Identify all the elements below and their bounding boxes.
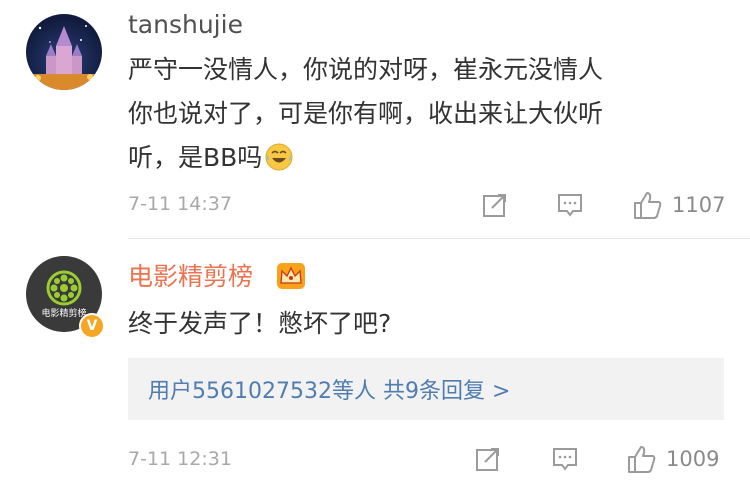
replies-summary-link[interactable]: 用户5561027532等人 共9条回复 >	[148, 373, 510, 405]
comment-text: 终于发声了！憋坏了吧?	[128, 302, 718, 346]
comment-line: 严守一没情人，你说的对呀，崔永元没情人	[128, 55, 604, 84]
share-icon[interactable]	[481, 191, 509, 219]
like-count: 1107	[672, 193, 726, 217]
comment-line: 听，是BB吗	[128, 136, 718, 180]
castle-avatar-icon	[26, 25, 102, 90]
comment-divider	[128, 238, 750, 239]
verified-v-badge-icon: V	[79, 313, 105, 339]
comment-timestamp: 7-11 14:37	[128, 193, 232, 215]
comment-text: 严守一没情人，你说的对呀，崔永元没情人 你也说对了，可是你有啊，收出来让大伙听 …	[128, 48, 718, 180]
share-icon[interactable]	[474, 445, 502, 473]
reply-comment-icon[interactable]	[556, 191, 584, 219]
reply-comment-icon[interactable]	[551, 445, 579, 473]
user-avatar[interactable]	[26, 14, 102, 90]
comment-item-1: tanshujie 严守一没情人，你说的对呀，崔永元没情人 你也说对了，可是你有…	[0, 0, 750, 238]
username[interactable]: tanshujie	[128, 10, 243, 40]
comment-item-2: 电影精剪榜 V 电影精剪榜 终于发声了！憋坏了吧? 用户5561027532等人…	[0, 240, 750, 491]
thumbs-up-icon[interactable]	[632, 189, 662, 219]
comment-line: 你也说对了，可是你有啊，收出来让大伙听	[128, 99, 604, 128]
thumbs-up-icon[interactable]	[626, 443, 656, 473]
replies-summary-box[interactable]: 用户5561027532等人 共9条回复 >	[128, 358, 724, 420]
username[interactable]: 电影精剪榜	[128, 262, 253, 292]
comment-timestamp: 7-11 12:31	[128, 448, 232, 470]
like-count: 1009	[666, 447, 720, 471]
laughing-tears-emoji-icon	[264, 142, 294, 172]
comment-line: 终于发声了！憋坏了吧?	[128, 309, 392, 338]
crown-icon	[276, 262, 306, 290]
